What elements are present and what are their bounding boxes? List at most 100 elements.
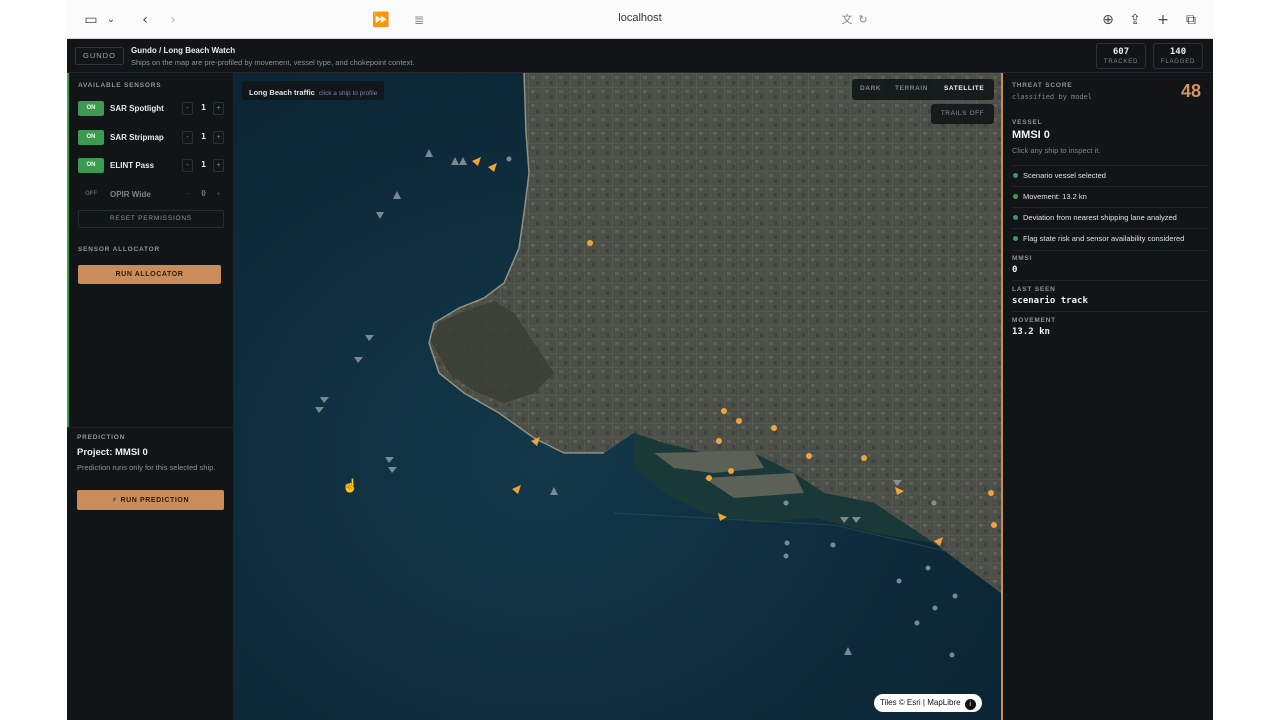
trails-toggle-button[interactable]: TRAILS OFF [931, 104, 994, 124]
tabs-icon[interactable]: ⧉ [1181, 10, 1201, 30]
divider [1012, 311, 1208, 312]
vessel-marker [783, 500, 789, 506]
prediction-title: Project: MMSI 0 [77, 447, 148, 458]
decrement-button[interactable]: - [182, 159, 193, 172]
flagged-vessel-marker [771, 425, 777, 431]
sensor-count: 1 [201, 132, 206, 141]
vessel-layer[interactable] [234, 73, 1001, 720]
share-icon[interactable]: ⇪ [1125, 10, 1145, 30]
sensor-count-stepper: - 1 + [182, 131, 224, 144]
run-allocator-button[interactable]: RUN ALLOCATOR [78, 265, 221, 284]
vessel-marker [425, 149, 433, 157]
details-panel: THREAT SCORE classified by model 48 VESS… [1001, 73, 1213, 720]
sensor-toggle[interactable]: ON [78, 130, 104, 145]
mode-terrain-button[interactable]: TERRAIN [895, 85, 928, 92]
vessel-marker [896, 578, 902, 584]
forward-icon[interactable]: › [163, 10, 183, 30]
increment-button[interactable]: + [213, 131, 224, 144]
stat-label: TRACKED [1103, 59, 1139, 65]
vessel-marker [830, 542, 836, 548]
new-tab-icon[interactable]: + [1153, 10, 1173, 30]
reader-icon[interactable]: ≣ [409, 10, 429, 30]
sensor-toggle[interactable]: ON [78, 158, 104, 173]
sensor-name: SAR Spotlight [110, 104, 164, 113]
flagged-vessel-marker [736, 418, 742, 424]
flagged-vessel-marker [706, 475, 712, 481]
flagged-vessel-marker [934, 537, 943, 546]
sensor-count-stepper: - 0 + [182, 188, 224, 201]
flagged-vessel-marker [512, 485, 521, 494]
page-subtitle: Ships on the map are pre-profiled by mov… [131, 58, 415, 67]
decrement-button[interactable]: - [182, 102, 193, 115]
fact-text: Movement: 13.2 kn [1023, 192, 1087, 201]
mode-satellite-button[interactable]: SATELLITE [944, 85, 984, 92]
reload-icon[interactable]: ↻ [853, 10, 873, 30]
vessel-marker [388, 467, 397, 473]
vessel-marker [932, 605, 938, 611]
flagged-vessel-marker [895, 487, 904, 495]
info-icon[interactable]: i [964, 699, 976, 710]
threat-score-label: THREAT SCORE [1012, 82, 1073, 89]
vessel-marker [451, 157, 459, 165]
mode-dark-button[interactable]: DARK [860, 85, 881, 92]
flagged-vessel-marker [988, 490, 994, 496]
increment-button[interactable]: + [213, 102, 224, 115]
map-canvas[interactable]: Long Beach traffic click a ship to profil… [234, 73, 1001, 720]
sensor-toggle[interactable]: OFF [78, 187, 104, 202]
chevron-down-icon[interactable]: ⌄ [101, 10, 121, 30]
brand-badge[interactable]: GUNDO [75, 47, 124, 65]
sensor-count-stepper: - 1 + [182, 102, 224, 115]
increment-button[interactable]: + [213, 159, 224, 172]
download-icon[interactable]: ⊕ [1098, 10, 1118, 30]
threat-score-sub: classified by model [1012, 93, 1093, 101]
sensor-row-elint-pass: ON ELINT Pass - 1 + [78, 158, 224, 174]
flagged-vessel-marker [721, 408, 727, 414]
vessel-marker [550, 487, 558, 495]
decrement-button[interactable]: - [182, 188, 193, 201]
flagged-vessel-marker [861, 455, 867, 461]
decrement-button[interactable]: - [182, 131, 193, 144]
back-icon[interactable]: ‹ [135, 10, 155, 30]
map-title: Long Beach traffic [249, 88, 315, 97]
browser-toolbar: ▭ ⌄ ‹ › ⏩ ≣ localhost 文 ↻ ⊕ ⇪ + ⧉ [67, 0, 1213, 39]
flagged-vessel-marker [991, 522, 997, 528]
status-dot [1013, 215, 1018, 220]
fact-item: Movement: 13.2 kn [1012, 186, 1208, 207]
increment-button[interactable]: + [213, 188, 224, 201]
active-indicator [67, 73, 69, 427]
vessel-marker [354, 357, 363, 363]
fast-forward-icon[interactable]: ⏩ [371, 10, 391, 30]
browser-window: ▭ ⌄ ‹ › ⏩ ≣ localhost 文 ↻ ⊕ ⇪ + ⧉ GUNDO … [67, 0, 1213, 720]
flagged-vessel-marker [716, 438, 722, 444]
sensor-row-sar-stripmap: ON SAR Stripmap - 1 + [78, 130, 224, 146]
field-label-movement: MOVEMENT [1012, 317, 1056, 324]
vessel-marker [784, 540, 790, 546]
vessel-name: MMSI 0 [1012, 129, 1050, 141]
sensor-name: SAR Stripmap [110, 133, 164, 142]
threat-score-value: 48 [1181, 81, 1202, 101]
vessel-marker [914, 620, 920, 626]
vessel-marker [949, 652, 955, 658]
map-attribution: Tiles © Esri | MapLibre i [874, 694, 982, 712]
sensor-panel: AVAILABLE SENSORS ON SAR Spotlight - 1 +… [67, 73, 234, 720]
vessel-hint: Click any ship to inspect it. [1012, 146, 1101, 155]
vessel-marker [931, 500, 937, 506]
reset-permissions-button[interactable]: RESET PERMISSIONS [78, 210, 224, 228]
address-bar[interactable]: localhost [567, 12, 713, 24]
divider [67, 427, 234, 428]
prediction-label: PREDICTION [77, 434, 126, 441]
flagged-vessel-marker [587, 240, 593, 246]
sensor-count: 1 [201, 103, 206, 112]
vessel-marker [320, 397, 329, 403]
map-title-chip: Long Beach traffic click a ship to profil… [242, 81, 385, 100]
vessel-marker [783, 553, 789, 559]
flagged-vessel-marker [806, 453, 812, 459]
app-header: GUNDO Gundo / Long Beach Watch Ships on … [67, 39, 1213, 73]
sensor-row-sar-spotlight: ON SAR Spotlight - 1 + [78, 101, 224, 117]
stat-label: FLAGGED [1160, 59, 1196, 65]
sensor-toggle[interactable]: ON [78, 101, 104, 116]
sensor-count: 1 [201, 160, 206, 169]
sidebar-icon[interactable]: ▭ [81, 10, 101, 30]
fact-text: Deviation from nearest shipping lane ana… [1023, 213, 1177, 222]
run-prediction-button[interactable]: ⚡︎ RUN PREDICTION [77, 490, 224, 510]
